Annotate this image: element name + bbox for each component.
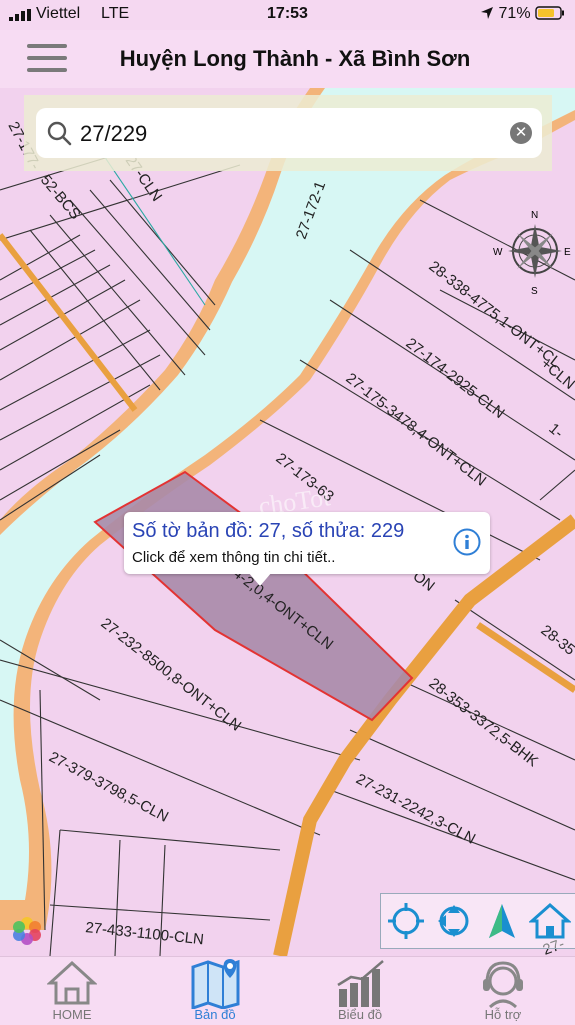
- location-icon: [481, 7, 494, 19]
- compass-s: S: [531, 286, 538, 296]
- compass-rose: N S W E: [493, 206, 575, 297]
- tab-map[interactable]: Bản đồ: [165, 957, 265, 1025]
- page-title: Huyện Long Thành - Xã Bình Sơn: [119, 46, 471, 71]
- home-icon[interactable]: [529, 901, 571, 941]
- home-icon: [47, 960, 97, 1005]
- battery-percent: 71%: [498, 5, 531, 22]
- photos-icon[interactable]: [10, 914, 44, 948]
- app-header: Huyện Long Thành - Xã Bình Sơn: [0, 30, 575, 88]
- search-input[interactable]: [78, 116, 492, 152]
- search-bar[interactable]: ✕: [36, 108, 542, 158]
- popup-arrow: [248, 572, 272, 586]
- search-icon: [47, 121, 72, 146]
- map-icon: [191, 959, 240, 1009]
- tab-chart[interactable]: Biểu đồ: [310, 957, 410, 1025]
- popup-subtitle: Click để xem thông tin chi tiết..: [132, 549, 336, 566]
- tab-label: Hỗ trợ: [484, 1007, 522, 1022]
- compass-icon: N S W E: [493, 210, 571, 297]
- bottom-tab-bar: HOME Bản đồ Biểu đồ Hỗ trợ: [0, 956, 575, 1025]
- navigate-arrow-icon[interactable]: [481, 901, 523, 941]
- tab-support[interactable]: Hỗ trợ: [453, 957, 553, 1025]
- clear-icon[interactable]: ✕: [510, 122, 532, 144]
- tab-label: Bản đồ: [194, 1007, 236, 1022]
- map-toolbar: [380, 893, 575, 949]
- tab-label: HOME: [52, 1007, 92, 1022]
- locate-icon[interactable]: [385, 901, 427, 941]
- bar-chart-icon: [337, 960, 384, 1007]
- support-icon: [483, 961, 523, 1009]
- refresh-location-icon[interactable]: [433, 901, 475, 941]
- compass-w: W: [493, 247, 503, 258]
- tab-home[interactable]: HOME: [22, 957, 122, 1025]
- battery-icon: [535, 6, 564, 20]
- popup-title: Số tờ bản đồ: 27, số thửa: 229: [132, 520, 405, 542]
- hamburger-menu-icon[interactable]: [27, 42, 67, 74]
- info-icon[interactable]: [453, 528, 481, 556]
- tab-label: Biểu đồ: [337, 1007, 383, 1022]
- parcel-popup[interactable]: Số tờ bản đồ: 27, số thửa: 229 Click để …: [124, 512, 490, 586]
- status-bar: Viettel LTE 17:53 71%: [0, 0, 575, 30]
- compass-e: E: [564, 247, 571, 258]
- compass-n: N: [531, 210, 538, 221]
- status-right: 71%: [480, 5, 565, 23]
